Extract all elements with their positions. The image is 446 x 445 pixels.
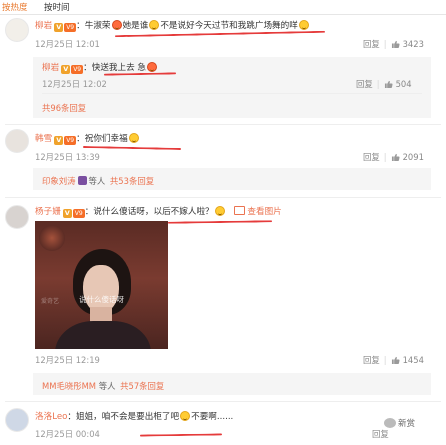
comment-image[interactable]: 说什么傻话呀 爱奇艺: [35, 221, 168, 349]
comment-date: 12月25日 12:01: [35, 39, 100, 49]
divider: [5, 124, 441, 125]
liked-by-user[interactable]: 印象刘涛: [42, 176, 76, 186]
username-link[interactable]: 柳岩: [42, 63, 59, 73]
member-icon: [77, 176, 87, 185]
liked-by-line: MM毛晓彤MM 等人 共57条回复: [42, 380, 164, 392]
avatar[interactable]: [5, 129, 29, 153]
watermark-brand: 新赏: [398, 419, 416, 429]
divider: [5, 401, 441, 402]
reply-button[interactable]: 回复: [363, 39, 380, 49]
reply-button[interactable]: 回复: [363, 355, 380, 365]
verified-badge-icon: V: [54, 23, 64, 32]
more-replies-link[interactable]: 共96条回复: [42, 102, 86, 114]
sub-reply-date: 12月25日 12:02: [42, 79, 107, 89]
emoji-icon: [128, 133, 139, 143]
comment-actions: 回复 | 2091: [363, 152, 424, 162]
comment-text: 韩雪 V V9 ：祝你们幸福: [35, 132, 140, 145]
emoji-icon: [111, 20, 122, 30]
lamp-shape: [39, 225, 65, 251]
verified-badge-icon: V: [62, 209, 72, 218]
view-image-label: 查看图片: [247, 207, 282, 217]
verified-badge-icon: V: [61, 65, 71, 74]
like-count: 504: [395, 79, 412, 89]
username-link[interactable]: 洛洛Leo: [35, 412, 67, 422]
reply-button[interactable]: 回复: [356, 79, 373, 89]
highlight-underline: [167, 220, 273, 224]
comment-date: 12月25日 00:04: [35, 429, 100, 439]
vip-badge-icon: V9: [64, 136, 77, 145]
comment-actions: 回复 | 3423: [363, 39, 424, 49]
like-count: 2091: [402, 152, 424, 162]
vip-badge-icon: V9: [72, 209, 85, 218]
avatar[interactable]: [5, 205, 29, 229]
divider: [5, 197, 441, 198]
thumbs-up-icon[interactable]: [384, 80, 393, 88]
more-replies-link[interactable]: 共57条回复: [120, 381, 164, 391]
username-link[interactable]: 柳岩: [35, 21, 52, 31]
liked-by-line: 印象刘涛 等人 共53条回复: [42, 175, 154, 187]
comment-body-3: 不是说好今天过节和我跳广场舞的咩: [160, 21, 298, 31]
like-count: 1454: [402, 355, 424, 365]
thumbs-up-icon[interactable]: [391, 356, 400, 364]
emoji-icon: [147, 62, 158, 72]
sort-tabs: 按热度 按时间: [0, 0, 446, 15]
liked-by-suffix: 等人: [88, 176, 106, 186]
wechat-icon: [384, 418, 396, 428]
body-shape: [55, 321, 151, 349]
image-icon: [234, 206, 246, 215]
username-link[interactable]: 韩雪: [35, 134, 52, 144]
avatar[interactable]: [5, 18, 29, 42]
emoji-icon: [214, 206, 225, 216]
tab-sort-by-hot[interactable]: 按热度: [2, 1, 28, 13]
comment-body-2: 她是谁: [122, 21, 149, 31]
comment-body: ：姐姐，咱不会是要出柜了吧: [67, 412, 180, 422]
comment-text: 柳岩 V V9 ：牛淑荣 她是谁 不是说好今天过节和我跳广场舞的咩: [35, 19, 310, 32]
comment-body-2: 不要啊......: [191, 412, 234, 422]
comment-body: ：祝你们幸福: [76, 134, 128, 144]
vip-badge-icon: V9: [64, 23, 77, 32]
reply-button[interactable]: 回复: [372, 429, 389, 439]
highlight-underline: [82, 145, 182, 151]
thumbs-up-icon[interactable]: [391, 153, 400, 161]
comment-body: ：牛淑荣: [76, 21, 111, 31]
verified-badge-icon: V: [54, 136, 64, 145]
image-watermark: 爱奇艺: [41, 298, 60, 305]
emoji-icon: [298, 20, 309, 30]
comment-date: 12月25日 12:19: [35, 355, 100, 365]
comment-actions: 回复: [372, 428, 389, 440]
like-count: 3423: [402, 39, 424, 49]
face-shape: [83, 265, 119, 313]
emoji-icon: [149, 20, 160, 30]
more-replies-link[interactable]: 共53条回复: [110, 176, 154, 186]
comment-actions: 回复 | 1454: [363, 355, 424, 365]
wechat-watermark: 新赏: [384, 417, 415, 429]
comment-date: 12月25日 13:39: [35, 152, 100, 162]
tab-sort-by-time[interactable]: 按时间: [44, 1, 70, 13]
comment-text: 杨子姗 V V9 ：说什么傻话呀，以后不嫁人啦？ 查看图片: [35, 205, 282, 218]
vip-badge-icon: V9: [71, 65, 84, 74]
highlight-underline: [139, 433, 223, 437]
comment-text: 洛洛Leo：姐姐，咱不会是要出柜了吧 不要啊......: [35, 410, 233, 422]
sub-reply-actions: 回复 | 504: [356, 79, 412, 89]
emoji-icon: [180, 411, 191, 421]
liked-by-user[interactable]: MM毛晓彤MM: [42, 381, 96, 391]
reply-button[interactable]: 回复: [363, 152, 380, 162]
sub-reply-body: ：快送我上去 急: [83, 63, 147, 73]
avatar[interactable]: [5, 408, 29, 432]
thumbs-up-icon[interactable]: [391, 40, 400, 48]
liked-by-suffix: 等人: [98, 381, 116, 391]
divider: [42, 93, 422, 94]
username-link[interactable]: 杨子姗: [35, 207, 61, 217]
comment-body: ：说什么傻话呀，以后不嫁人啦？: [84, 207, 214, 217]
view-image-link[interactable]: 查看图片: [234, 206, 282, 217]
